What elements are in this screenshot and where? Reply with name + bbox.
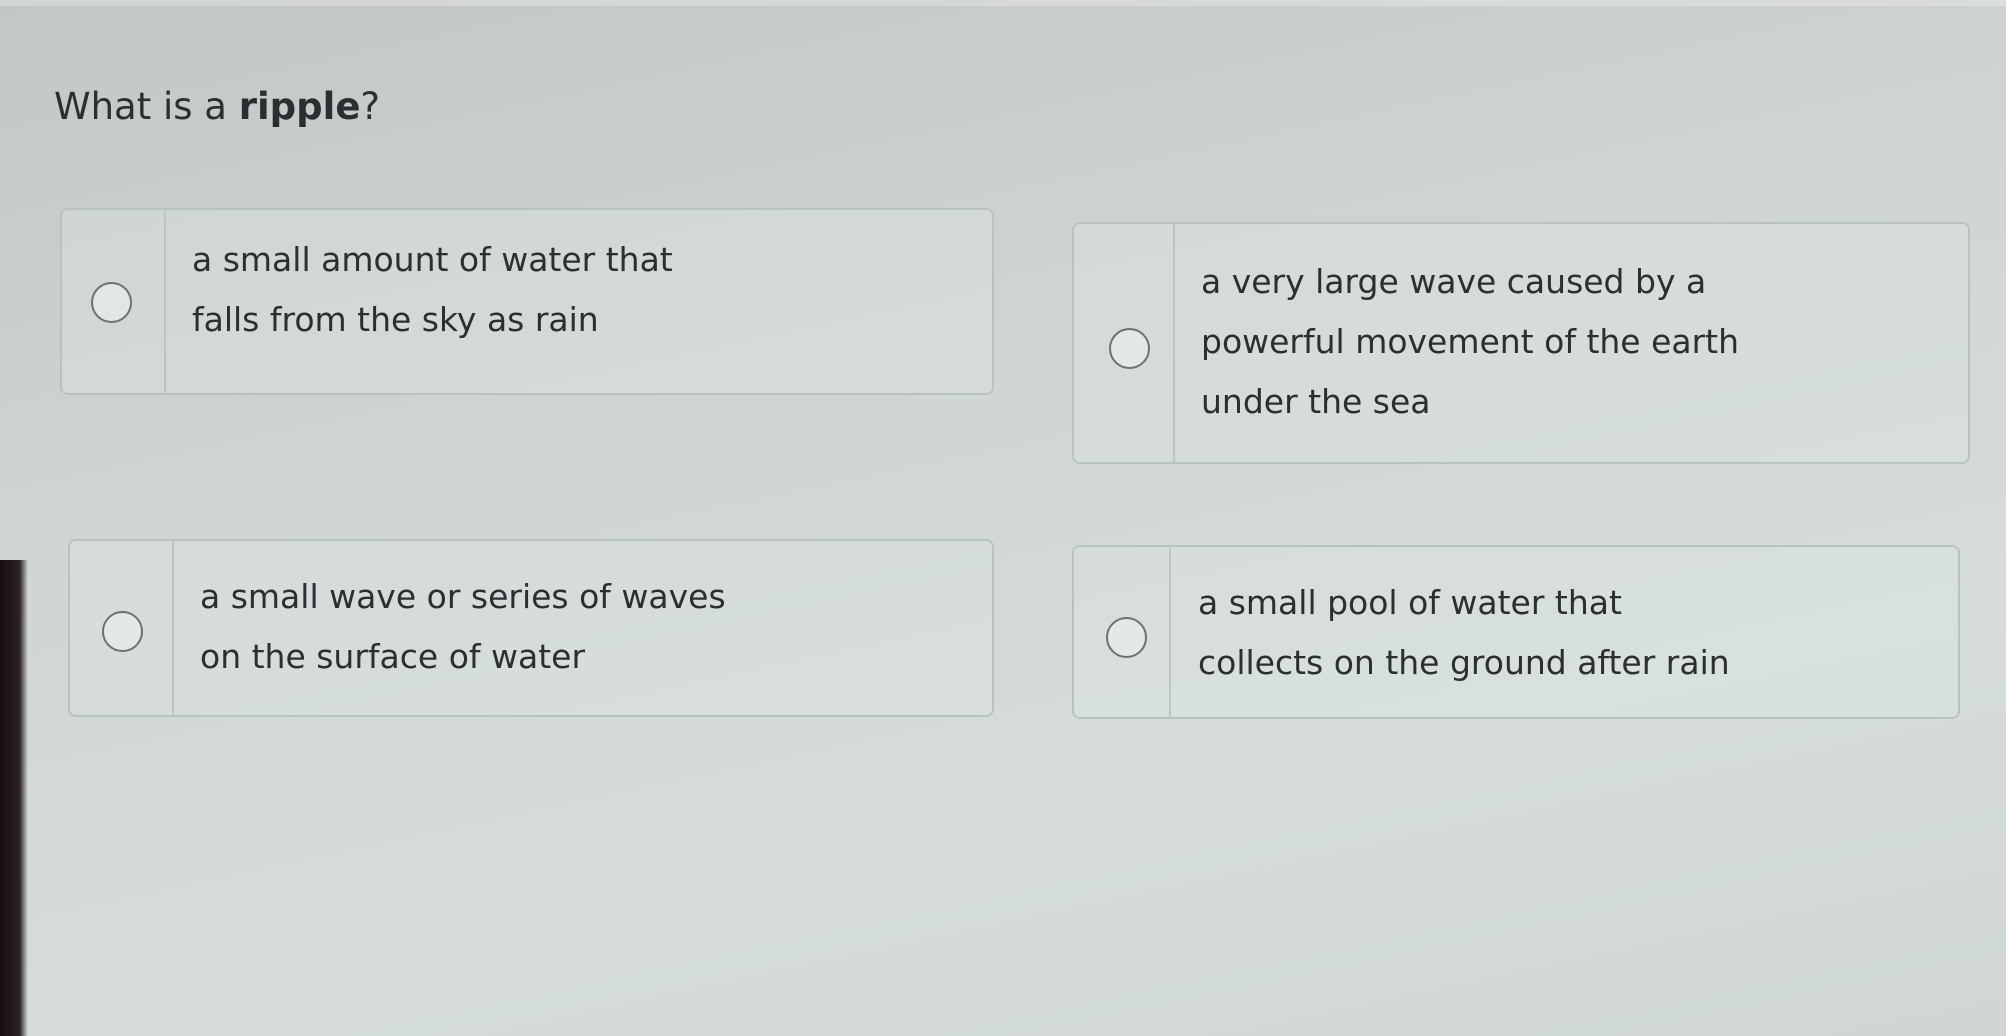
question-suffix: ? — [360, 85, 381, 128]
answer-option-4[interactable]: a small pool of water that collects on t… — [1072, 545, 1960, 719]
option-text-line: a very large wave caused by a — [1201, 262, 1707, 301]
answer-option-1[interactable]: a small amount of water that falls from … — [60, 208, 994, 395]
question-text: What is a ripple? — [54, 84, 380, 130]
answer-option-2[interactable]: a very large wave caused by a powerful m… — [1072, 222, 1970, 464]
screen-glare — [0, 0, 2006, 6]
option-text-line: a small wave or series of waves — [200, 577, 726, 616]
option-text: a small pool of water that collects on t… — [1198, 573, 1730, 693]
option-divider — [1173, 224, 1175, 462]
radio-button[interactable] — [91, 282, 132, 323]
radio-button[interactable] — [1106, 617, 1147, 658]
option-text-line: powerful movement of the earth — [1201, 322, 1740, 361]
option-text-line: falls from the sky as rain — [192, 300, 599, 339]
option-text: a very large wave caused by a powerful m… — [1201, 252, 1739, 432]
option-text: a small wave or series of waves on the s… — [200, 567, 726, 687]
option-divider — [172, 541, 174, 715]
radio-button[interactable] — [102, 611, 143, 652]
option-text-line: collects on the ground after rain — [1198, 643, 1730, 682]
option-text-line: under the sea — [1201, 382, 1431, 421]
bezel-edge — [0, 560, 28, 1036]
option-text: a small amount of water that falls from … — [192, 230, 673, 350]
option-text-line: a small pool of water that — [1198, 583, 1622, 622]
answer-option-3[interactable]: a small wave or series of waves on the s… — [68, 539, 994, 717]
option-divider — [1169, 547, 1171, 717]
option-text-line: on the surface of water — [200, 637, 586, 676]
question-keyword: ripple — [238, 85, 361, 128]
option-text-line: a small amount of water that — [192, 240, 673, 279]
option-divider — [164, 210, 166, 393]
question-prefix: What is a — [54, 85, 239, 128]
quiz-screen: What is a ripple? a small amount of wate… — [0, 0, 2006, 1036]
radio-button[interactable] — [1109, 328, 1150, 369]
